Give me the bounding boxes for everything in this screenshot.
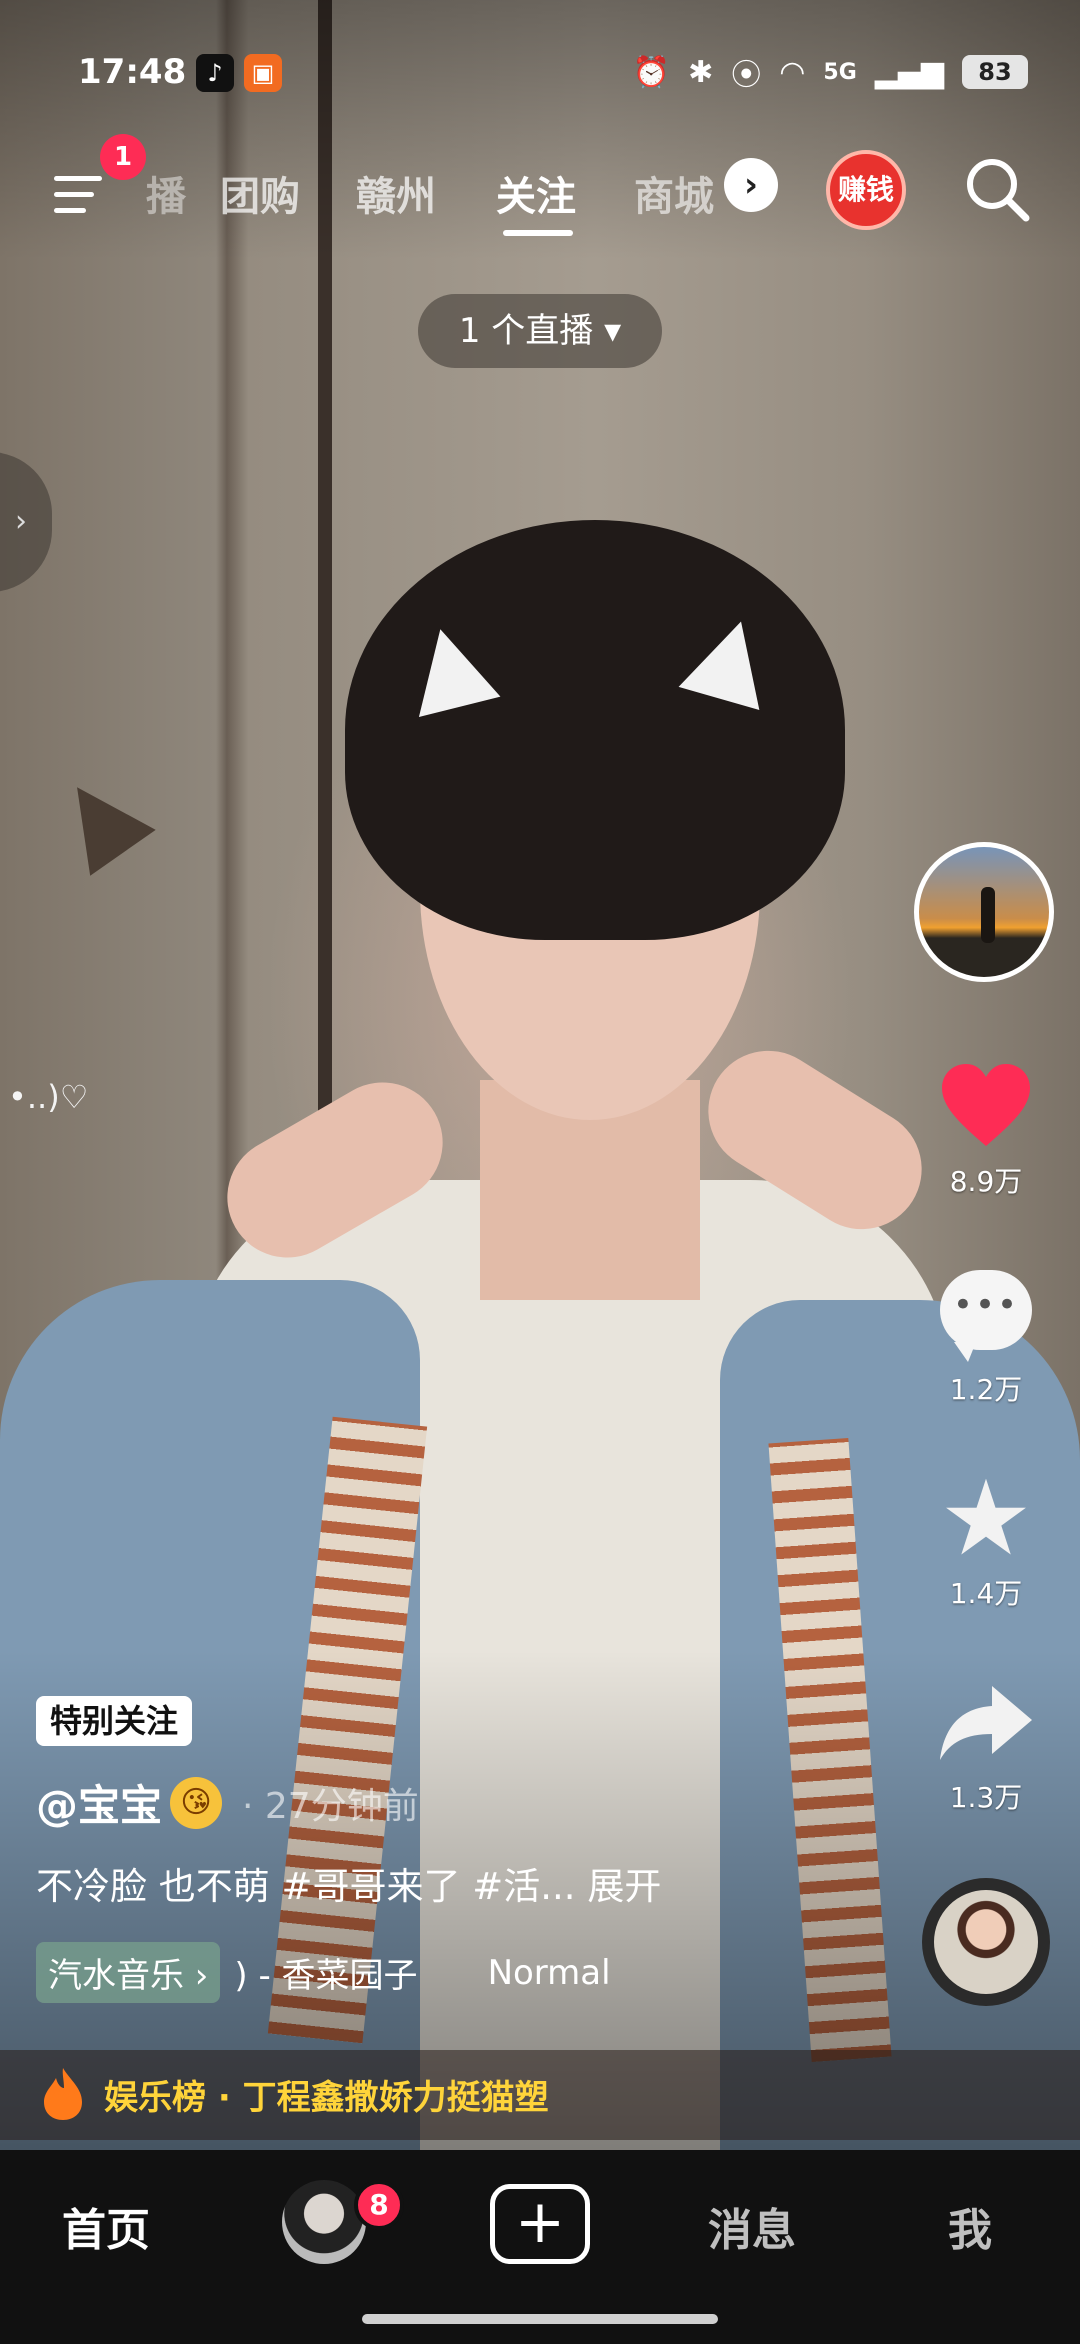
video-hair <box>345 520 845 940</box>
video-doodle-text: •..)♡ <box>8 1078 89 1116</box>
music-cover-image <box>934 1890 1038 1994</box>
create-post-button[interactable]: + <box>490 2184 590 2264</box>
alarm-icon: ⏰ <box>632 54 671 90</box>
favorite-button[interactable]: ★ 1.4万 <box>930 1457 1042 1612</box>
bottom-tab-bar: 首页 8 + 消息 我 <box>0 2150 1080 2344</box>
post-description[interactable]: 不冷脸 也不萌 #哥哥来了 #活... 展开 <box>36 1856 661 1910</box>
wifi-icon: ◠ <box>779 54 806 90</box>
music-row[interactable]: 汽水音乐 › ) - 香菜园子 Normal <box>36 1942 611 2003</box>
heart-icon <box>942 1064 1030 1146</box>
app-icon: ▣ <box>244 54 282 92</box>
top-nav: 1 播 团购 赣州 关注 商城 › 赚钱 <box>0 134 1080 260</box>
music-disc[interactable] <box>922 1878 1050 2006</box>
menu-icon-bar <box>54 176 102 181</box>
comment-count: 1.2万 <box>949 1373 1023 1406</box>
battery-indicator: 83 <box>962 55 1028 89</box>
hot-list-text: 娱乐榜 · 丁程鑫撒娇力挺猫塑 <box>104 2078 549 2118</box>
tab-local[interactable]: 赣州 <box>356 164 436 222</box>
comment-icon: ••• <box>940 1270 1032 1362</box>
menu-icon-bar <box>54 208 86 213</box>
tiktok-icon: ♪ <box>196 54 234 92</box>
menu-button[interactable] <box>50 162 110 222</box>
network-label: 5G <box>823 59 857 85</box>
status-time: 17:48 <box>78 52 187 92</box>
music-extra-text: Normal <box>487 1952 611 1993</box>
like-count: 8.9万 <box>949 1165 1023 1198</box>
comment-button[interactable]: ••• 1.2万 <box>930 1270 1042 1408</box>
more-tabs-button[interactable]: › <box>724 158 778 212</box>
hot-list-bar[interactable]: 娱乐榜 · 丁程鑫撒娇力挺猫塑 <box>0 2050 1080 2140</box>
author-name[interactable]: @宝宝 <box>36 1772 162 1833</box>
earn-money-button[interactable]: 赚钱 <box>826 150 906 230</box>
avatar-silhouette <box>981 887 995 943</box>
author-row: @宝宝 😘 · 27分钟前 <box>36 1772 419 1833</box>
menu-badge: 1 <box>100 134 146 180</box>
star-icon: ★ <box>939 1457 1033 1579</box>
tab-mall[interactable]: 商城 <box>634 164 716 222</box>
share-button[interactable]: 1.3万 <box>930 1680 1042 1816</box>
home-indicator[interactable] <box>362 2314 718 2324</box>
music-source-tag[interactable]: 汽水音乐 › <box>36 1942 221 2003</box>
tab-live[interactable]: 播 <box>146 164 186 222</box>
menu-icon-bar <box>54 192 94 197</box>
friends-tab-avatar[interactable] <box>282 2180 366 2264</box>
tab-me[interactable]: 我 <box>948 2194 992 2258</box>
tab-following[interactable]: 关注 <box>496 164 576 222</box>
friends-badge: 8 <box>354 2180 404 2230</box>
location-icon: ⦿ <box>731 58 762 93</box>
kiss-emoji-icon: 😘 <box>170 1776 223 1829</box>
like-button[interactable]: 8.9万 <box>930 1060 1042 1200</box>
tab-home[interactable]: 首页 <box>62 2194 150 2258</box>
signal-icon: ▂▄▆ <box>874 54 944 90</box>
share-arrow-icon <box>940 1686 1032 1760</box>
flame-icon <box>44 2068 82 2120</box>
special-follow-badge: 特别关注 <box>36 1696 193 1746</box>
music-title: ) - 香菜园子 <box>234 1956 418 1996</box>
share-count: 1.3万 <box>949 1781 1023 1814</box>
bluetooth-icon: ✱ <box>688 54 714 90</box>
author-avatar[interactable] <box>914 842 1054 982</box>
wall-ornament <box>44 764 156 876</box>
search-icon[interactable] <box>962 154 1032 224</box>
status-bar: 17:48 ♪ ▣ ⏰ ✱ ⦿ ◠ 5G ▂▄▆ 83 <box>0 36 1080 116</box>
tab-active-indicator <box>503 230 573 236</box>
post-time: · 27分钟前 <box>242 1785 419 1827</box>
status-icons: ⏰ ✱ ⦿ ◠ 5G ▂▄▆ 83 <box>633 50 1028 94</box>
tab-groupbuy[interactable]: 团购 <box>220 164 300 222</box>
tab-messages[interactable]: 消息 <box>708 2194 796 2258</box>
live-count-dropdown[interactable]: 1 个直播 ▾ <box>418 294 662 368</box>
